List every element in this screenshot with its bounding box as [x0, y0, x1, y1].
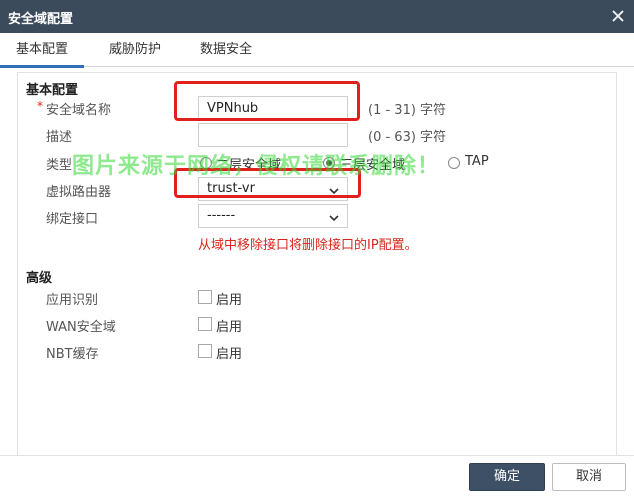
- app-identification-label: 应用识别: [46, 293, 99, 308]
- description-label: 描述: [46, 130, 73, 145]
- ok-button[interactable]: 确定: [469, 463, 545, 491]
- bind-interface-value: ------: [207, 208, 236, 223]
- virtual-router-label: 虚拟路由器: [46, 185, 112, 200]
- bind-interface-select[interactable]: ------: [198, 204, 348, 228]
- wan-zone-checkbox[interactable]: [198, 317, 212, 331]
- required-mark: *: [37, 99, 43, 113]
- zone-name-label: 安全域名称: [46, 103, 112, 118]
- app-identification-enable-label: 启用: [216, 293, 243, 308]
- nbt-cache-enable-label: 启用: [216, 347, 243, 362]
- advanced-section-title: 高级: [26, 271, 53, 286]
- type-label: 类型: [46, 158, 73, 173]
- dialog-footer: 确定 取消: [0, 455, 634, 500]
- tab-threat-protection[interactable]: 威胁防护: [100, 33, 170, 67]
- basic-section-title: 基本配置: [26, 83, 79, 98]
- cancel-button[interactable]: 取消: [552, 463, 626, 491]
- zone-name-hint: (1 - 31) 字符: [368, 103, 447, 118]
- tab-bar: 基本配置 威胁防护 数据安全: [0, 33, 634, 68]
- nbt-cache-label: NBT缓存: [46, 347, 99, 362]
- close-icon[interactable]: [608, 6, 628, 26]
- description-input[interactable]: [198, 123, 348, 147]
- app-identification-checkbox[interactable]: [198, 290, 212, 304]
- tab-data-security[interactable]: 数据安全: [190, 33, 262, 67]
- wan-zone-label: WAN安全域: [46, 320, 116, 335]
- bind-interface-warning: 从域中移除接口将删除接口的IP配置。: [198, 238, 418, 253]
- tab-basic-config[interactable]: 基本配置: [0, 33, 84, 68]
- watermark-text: 图片来源于网络，侵权请联系删除！: [72, 154, 441, 179]
- highlight-box-zone-name: [174, 81, 360, 121]
- bind-interface-label: 绑定接口: [46, 212, 99, 227]
- description-hint: (0 - 63) 字符: [368, 130, 447, 145]
- dialog-title: 安全域配置: [8, 12, 74, 27]
- dialog-titlebar: 安全域配置: [0, 0, 634, 33]
- wan-zone-enable-label: 启用: [216, 320, 243, 335]
- chevron-down-icon: [328, 210, 340, 222]
- nbt-cache-checkbox[interactable]: [198, 344, 212, 358]
